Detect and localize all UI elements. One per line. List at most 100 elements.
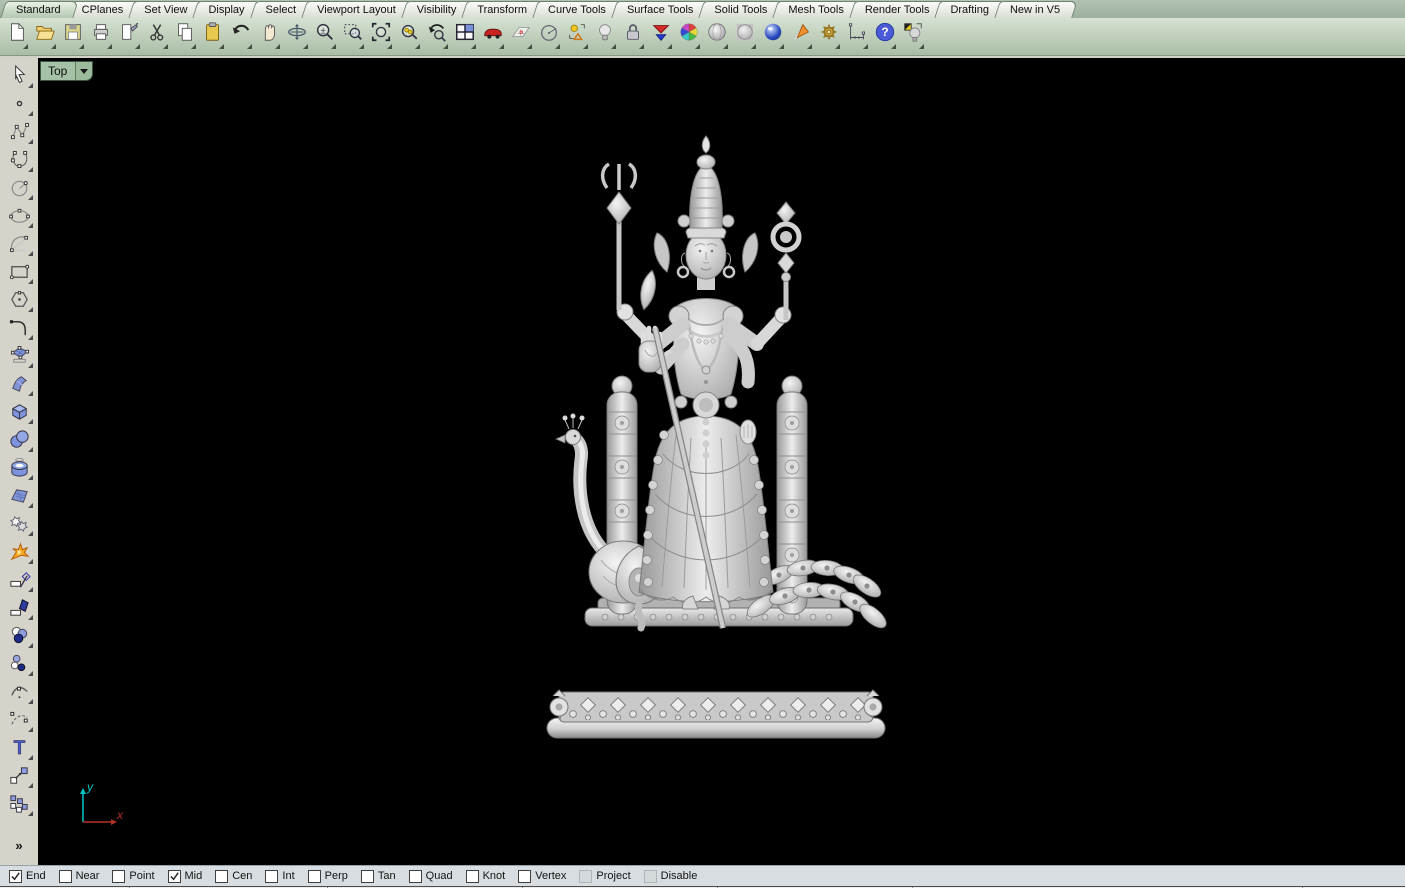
tab-solid-tools[interactable]: Solid Tools xyxy=(701,1,782,18)
undo-icon[interactable] xyxy=(229,21,253,50)
osnap-cen-checkbox[interactable] xyxy=(215,869,229,883)
osnap-knot-checkbox[interactable] xyxy=(465,869,479,883)
lock-icon[interactable] xyxy=(621,21,645,50)
zoom-extents-icon[interactable] xyxy=(369,21,393,50)
car-icon[interactable] xyxy=(481,21,505,50)
osnap-quad[interactable]: Quad xyxy=(408,869,453,883)
tab-curve-tools[interactable]: Curve Tools xyxy=(535,1,621,18)
circle-icon[interactable] xyxy=(6,175,33,200)
tab-transform[interactable]: Transform xyxy=(464,1,542,18)
copy-icon[interactable] xyxy=(173,21,197,50)
osnap-disable[interactable]: Disable xyxy=(643,869,697,883)
rendered-sphere-icon[interactable] xyxy=(761,21,785,50)
osnap-perp[interactable]: Perp xyxy=(307,869,348,883)
palette-expand-chevron[interactable]: » xyxy=(15,838,22,853)
color-wheel-icon[interactable] xyxy=(677,21,701,50)
osnap-point-checkbox[interactable] xyxy=(112,869,126,883)
tab-visibility[interactable]: Visibility xyxy=(404,1,472,18)
interpolate-curve-icon[interactable] xyxy=(6,147,33,172)
tab-set-view[interactable]: Set View xyxy=(131,1,202,18)
tab-display[interactable]: Display xyxy=(195,1,259,18)
tab-new-in-v5[interactable]: New in V5 xyxy=(997,1,1075,18)
box-icon[interactable] xyxy=(6,399,33,424)
cut-icon[interactable] xyxy=(145,21,169,50)
point-icon[interactable] xyxy=(6,91,33,116)
ghosted-sphere-icon[interactable] xyxy=(733,21,757,50)
tab-surface-tools[interactable]: Surface Tools xyxy=(614,1,708,18)
osnap-disable-checkbox[interactable] xyxy=(643,869,657,883)
viewport-title[interactable]: Top xyxy=(41,62,76,80)
open-file-icon[interactable] xyxy=(33,21,57,50)
osnap-near[interactable]: Near xyxy=(58,869,99,883)
pedestal-model[interactable] xyxy=(543,688,889,746)
trim-icon[interactable] xyxy=(6,567,33,592)
osnap-int-checkbox[interactable] xyxy=(265,869,279,883)
osnap-project-checkbox[interactable] xyxy=(579,869,593,883)
spray-edit-icon[interactable] xyxy=(117,21,141,50)
ellipse-icon[interactable] xyxy=(6,203,33,228)
zoom-selected-icon[interactable] xyxy=(397,21,421,50)
viewport-canvas[interactable]: Top y x xyxy=(38,58,1405,865)
rotate-view-icon[interactable] xyxy=(285,21,309,50)
osnap-tan[interactable]: Tan xyxy=(360,869,396,883)
osnap-vertex-checkbox[interactable] xyxy=(518,869,532,883)
polygon-icon[interactable] xyxy=(6,287,33,312)
move-icon[interactable] xyxy=(6,763,33,788)
viewport-title-tab[interactable]: Top xyxy=(40,61,94,81)
join-icon[interactable] xyxy=(6,623,33,648)
osnap-project[interactable]: Project xyxy=(579,869,631,883)
osnap-point[interactable]: Point xyxy=(112,869,155,883)
cplane-icon[interactable] xyxy=(509,21,533,50)
text-icon[interactable]: T xyxy=(6,735,33,760)
paste-icon[interactable] xyxy=(201,21,225,50)
tab-viewport-layout[interactable]: Viewport Layout xyxy=(304,1,411,18)
osnap-mid-checkbox[interactable] xyxy=(167,869,181,883)
tab-render-tools[interactable]: Render Tools xyxy=(852,1,945,18)
group-icon[interactable] xyxy=(6,651,33,676)
undo-view-icon[interactable] xyxy=(425,21,449,50)
rebuild-curve-icon[interactable] xyxy=(6,707,33,732)
tab-drafting[interactable]: Drafting xyxy=(937,1,1004,18)
print-icon[interactable] xyxy=(89,21,113,50)
pointer-icon[interactable] xyxy=(6,63,33,88)
murugan-statue-model[interactable] xyxy=(543,120,899,652)
arc-icon[interactable] xyxy=(6,231,33,256)
viewport-layout-icon[interactable] xyxy=(453,21,477,50)
osnap-knot[interactable]: Knot xyxy=(465,869,505,883)
dimension-icon[interactable] xyxy=(845,21,869,50)
split-icon[interactable] xyxy=(6,595,33,620)
tab-select[interactable]: Select xyxy=(253,1,312,18)
osnap-int[interactable]: Int xyxy=(265,869,295,883)
tab-cplanes[interactable]: CPlanes xyxy=(69,1,139,18)
zoom-dynamic-icon[interactable]: ± xyxy=(313,21,337,50)
light-bulb-icon[interactable] xyxy=(593,21,617,50)
pan-hand-icon[interactable] xyxy=(257,21,281,50)
osnap-perp-checkbox[interactable] xyxy=(307,869,321,883)
osnap-cen[interactable]: Cen xyxy=(215,869,252,883)
patch-surface-icon[interactable] xyxy=(6,483,33,508)
new-document-icon[interactable] xyxy=(5,21,29,50)
osnap-tan-checkbox[interactable] xyxy=(360,869,374,883)
zoom-window-icon[interactable] xyxy=(341,21,365,50)
help-icon[interactable]: ? xyxy=(873,21,897,50)
layer-wedge-icon[interactable] xyxy=(649,21,673,50)
rectangle-icon[interactable] xyxy=(6,259,33,284)
curved-surface-icon[interactable] xyxy=(6,371,33,396)
cylinder-icon[interactable] xyxy=(6,455,33,480)
tab-mesh-tools[interactable]: Mesh Tools xyxy=(775,1,858,18)
surface-control-points-icon[interactable] xyxy=(6,343,33,368)
osnap-near-checkbox[interactable] xyxy=(58,869,72,883)
spotlight-cone-icon[interactable] xyxy=(789,21,813,50)
osnap-end-checkbox[interactable] xyxy=(9,869,22,883)
edit-point-icon[interactable] xyxy=(6,679,33,704)
save-file-icon[interactable] xyxy=(61,21,85,50)
osnap-mid[interactable]: Mid xyxy=(167,869,202,883)
lamp-icon[interactable] xyxy=(901,21,925,50)
explode-icon[interactable] xyxy=(6,539,33,564)
array-icon[interactable] xyxy=(6,791,33,816)
osnap-vertex[interactable]: Vertex xyxy=(518,869,566,883)
tab-standard[interactable]: Standard xyxy=(3,1,76,18)
fillet-corner-icon[interactable] xyxy=(6,315,33,340)
circle-center-icon[interactable] xyxy=(537,21,561,50)
viewport-title-dropdown[interactable] xyxy=(75,62,93,80)
